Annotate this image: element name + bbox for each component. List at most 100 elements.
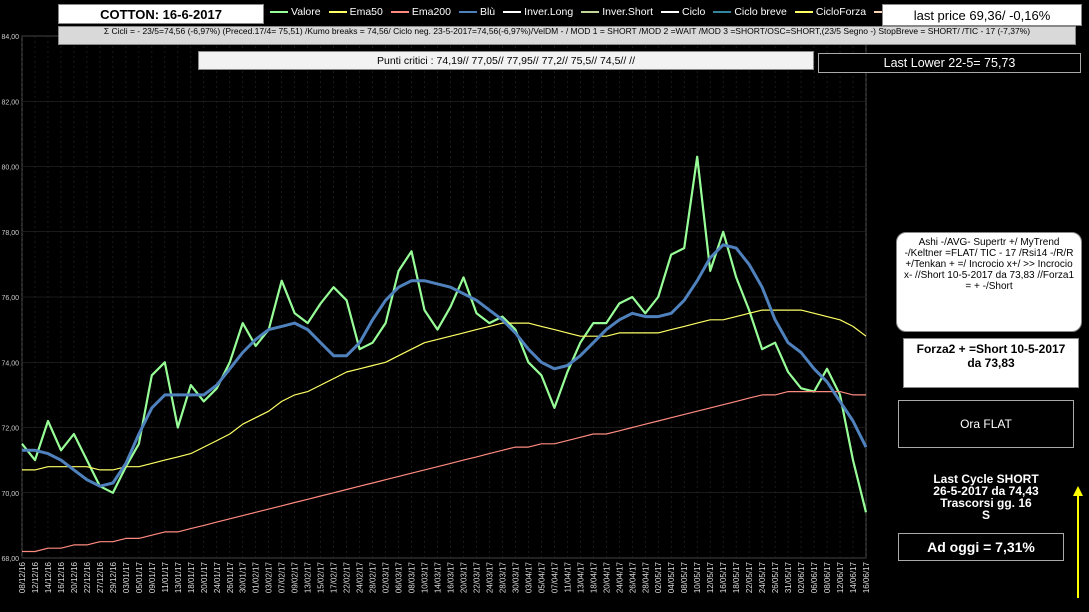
x-tick-label: 06/06/17 — [810, 561, 819, 593]
x-tick-label: 16/05/17 — [719, 561, 728, 593]
x-tick-label: 13/02/17 — [304, 561, 313, 593]
x-tick-label: 09/01/17 — [148, 561, 157, 593]
y-tick-label: 68,00 — [1, 556, 19, 563]
legend-item: Ema50 — [328, 4, 383, 20]
legend-swatch — [270, 11, 288, 13]
x-tick-label: 22/02/17 — [343, 561, 352, 593]
x-tick-label: 08/05/17 — [680, 561, 689, 593]
x-tick-label: 18/04/17 — [589, 561, 598, 593]
x-tick-label: 11/01/17 — [161, 561, 170, 592]
x-tick-label: 20/04/17 — [602, 561, 611, 593]
legend-label: Ema50 — [349, 6, 383, 18]
x-tick-label: 05/04/17 — [537, 561, 546, 593]
x-tick-label: 18/05/17 — [732, 561, 741, 593]
x-tick-label: 28/02/17 — [369, 561, 378, 593]
x-tick-label: 09/02/17 — [291, 561, 300, 593]
legend-label: Inver.Long — [524, 6, 574, 18]
x-tick-label: 11/04/17 — [563, 561, 572, 592]
legend-item: Inver.Short — [581, 4, 653, 20]
x-tick-label: 22/12/16 — [83, 561, 92, 593]
y-tick-label: 76,00 — [1, 295, 19, 302]
x-tick-label: 08/06/17 — [823, 561, 832, 593]
y-tick-label: 78,00 — [1, 230, 19, 237]
x-tick-label: 16/12/16 — [57, 561, 66, 593]
x-tick-label: 20/03/17 — [459, 561, 468, 593]
legend-item: Valore — [270, 4, 321, 20]
legend-swatch — [328, 11, 347, 13]
x-tick-label: 26/05/17 — [771, 561, 780, 593]
x-tick-label: 20/12/16 — [70, 561, 79, 593]
x-tick-label: 15/02/17 — [317, 561, 326, 593]
last-cycle-box: Last Cycle SHORT 26-5-2017 da 74,43 Tras… — [898, 473, 1074, 521]
x-tick-label: 06/03/17 — [395, 561, 404, 593]
x-tick-label: 28/04/17 — [641, 561, 650, 593]
x-tick-label: 28/03/17 — [498, 561, 507, 593]
y-tick-label: 84,00 — [1, 34, 19, 41]
y-tick-label: 80,00 — [1, 165, 19, 172]
x-tick-label: 17/02/17 — [330, 561, 339, 593]
x-tick-label: 24/01/17 — [213, 561, 222, 593]
y-tick-label: 72,00 — [1, 426, 19, 433]
x-tick-label: 24/02/17 — [356, 561, 365, 593]
x-tick-label: 05/01/17 — [135, 561, 144, 593]
critical-points-box: Punti critici : 74,19// 77,05// 77,95// … — [198, 51, 814, 70]
legend-item: Blù — [458, 4, 495, 20]
legend-swatch — [794, 11, 813, 13]
x-tick-label: 03/01/17 — [122, 561, 131, 593]
x-tick-label: 13/01/17 — [174, 561, 183, 593]
legend-item: Ciclo — [660, 4, 705, 20]
last-cycle-line: S — [981, 508, 990, 522]
x-tick-label: 13/04/17 — [576, 561, 585, 593]
legend-swatch — [503, 11, 522, 13]
indicator-summary-box: Ashi -/AVG- Supertr +/ MyTrend -/Keltner… — [896, 232, 1082, 332]
y-tick-label: 70,00 — [1, 491, 19, 498]
cycles-info-line: Σ Cicli = - 23/5=74,56 (-6,97%) (Preced.… — [58, 26, 1076, 45]
x-tick-label: 29/12/16 — [109, 561, 118, 593]
legend-swatch — [390, 11, 409, 13]
x-tick-label: 16/06/17 — [862, 561, 871, 593]
legend-label: CicloForza — [815, 6, 867, 18]
legend-swatch — [458, 11, 477, 13]
legend-item: CicloForza — [794, 4, 867, 20]
legend-item: Inver.Long — [503, 4, 573, 20]
x-tick-label: 07/02/17 — [278, 561, 287, 593]
chart-title: COTTON: 16-6-2017 — [58, 4, 264, 24]
x-tick-label: 22/03/17 — [472, 561, 481, 593]
series-line-valore — [21, 155, 868, 513]
x-tick-label: 02/03/17 — [382, 561, 391, 593]
x-tick-label: 10/03/17 — [421, 561, 430, 593]
x-tick-label: 24/05/17 — [758, 561, 767, 593]
x-tick-label: 02/05/17 — [654, 561, 663, 593]
x-tick-label: 12/12/16 — [31, 561, 40, 593]
legend-label: Inver.Short — [602, 6, 653, 18]
x-tick-label: 10/05/17 — [693, 561, 702, 593]
x-tick-label: 12/05/17 — [706, 561, 715, 593]
forza2-box: Forza2 + =Short 10-5-2017 da 73,83 — [903, 338, 1079, 388]
x-tick-label: 24/03/17 — [485, 561, 494, 593]
legend-swatch — [581, 11, 600, 13]
x-tick-label: 02/06/17 — [797, 561, 806, 593]
x-tick-label: 24/04/17 — [615, 561, 624, 593]
x-tick-label: 22/05/17 — [745, 561, 754, 593]
x-tick-label: 30/01/17 — [239, 561, 248, 593]
up-arrow-icon — [1073, 486, 1083, 598]
x-tick-label: 14/12/16 — [44, 561, 53, 593]
legend-item: Ema200 — [390, 4, 451, 20]
legend-label: Ciclo breve — [734, 6, 787, 18]
legend-swatch — [660, 11, 679, 13]
x-tick-label: 14/06/17 — [849, 561, 858, 593]
x-tick-label: 08/12/16 — [18, 561, 27, 593]
last-price-box: last price 69,36/ -0,16% — [882, 4, 1082, 26]
x-tick-label: 14/03/17 — [434, 561, 443, 593]
x-tick-label: 16/03/17 — [446, 561, 455, 593]
last-lower-box: Last Lower 22-5= 75,73 — [818, 53, 1081, 73]
legend-item: Ciclo breve — [713, 4, 787, 20]
series-line-blù — [22, 243, 868, 488]
x-tick-label: 26/04/17 — [628, 561, 637, 593]
x-tick-label: 27/12/16 — [96, 561, 105, 593]
x-tick-label: 18/01/17 — [187, 561, 196, 593]
x-tick-label: 07/04/17 — [550, 561, 559, 593]
x-tick-label: 03/04/17 — [524, 561, 533, 593]
x-tick-label: 12/06/17 — [836, 561, 845, 593]
chart-legend: Valore Ema50 Ema200 Blù Inver.Long Inver.Shor… — [270, 4, 932, 20]
